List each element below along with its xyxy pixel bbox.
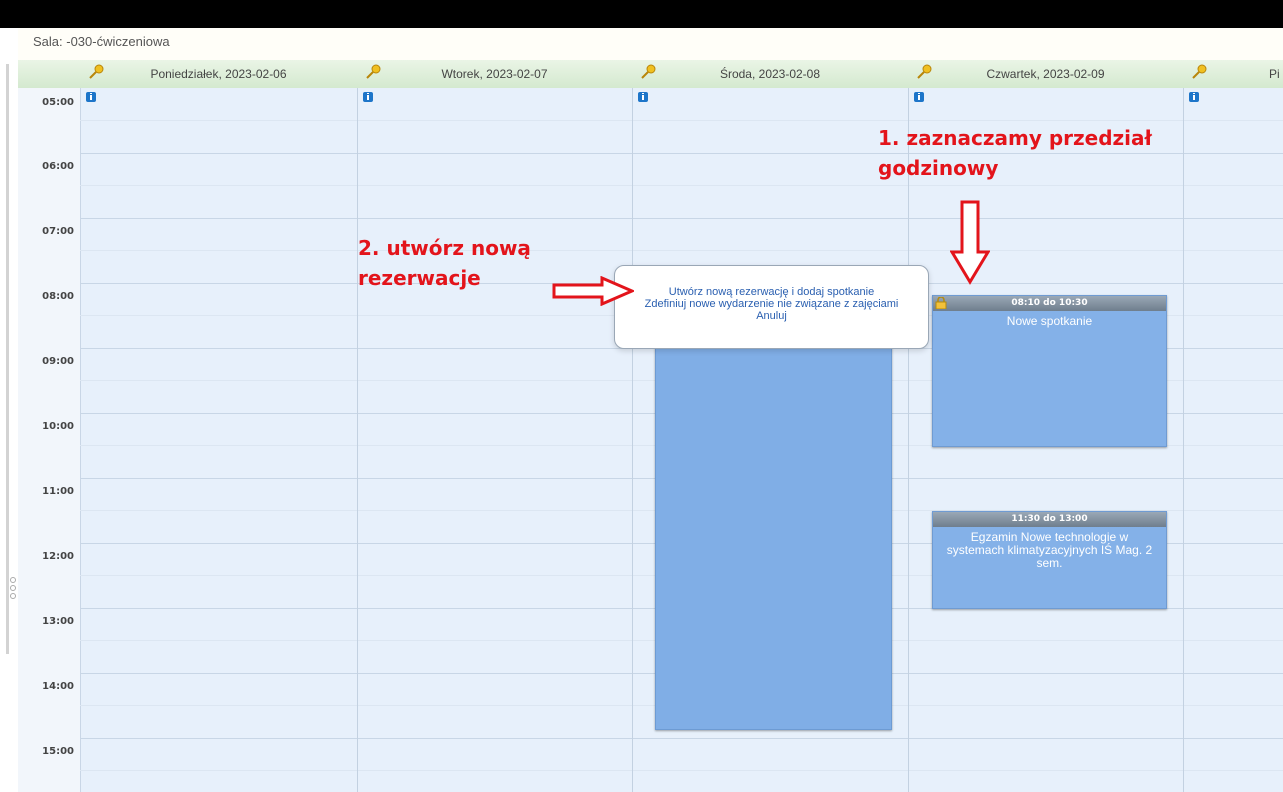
- day-header-monday[interactable]: Poniedziałek, 2023-02-06: [80, 60, 357, 88]
- room-bar: Sala: -030-ćwiczeniowa: [18, 28, 1283, 61]
- hour-line: [80, 218, 1283, 219]
- day-label: Pi: [1269, 67, 1280, 81]
- info-icon[interactable]: [86, 92, 96, 102]
- hour-label: 05:00: [42, 97, 74, 108]
- day-separator: [1183, 88, 1184, 792]
- left-rail: [0, 28, 10, 792]
- info-icon[interactable]: [1189, 92, 1199, 102]
- cancel-link[interactable]: Anuluj: [615, 310, 928, 322]
- day-label: Czwartek, 2023-02-09: [986, 67, 1105, 81]
- annotation-text: rezerwacje: [358, 266, 481, 290]
- key-icon[interactable]: [1191, 64, 1207, 80]
- day-header-tuesday[interactable]: Wtorek, 2023-02-07: [357, 60, 632, 88]
- day-label: Poniedziałek, 2023-02-06: [150, 67, 287, 81]
- info-icon[interactable]: [638, 92, 648, 102]
- event-title: Nowe spotkanie: [1006, 314, 1093, 328]
- hour-label: 15:00: [42, 746, 74, 757]
- day-header-wednesday[interactable]: Środa, 2023-02-08: [632, 60, 908, 88]
- half-hour-line: [80, 120, 1283, 121]
- annotation-text: 2. utwórz nową: [358, 236, 531, 260]
- room-label: Sala: -030-ćwiczeniowa: [33, 34, 170, 49]
- create-reservation-link[interactable]: Utwórz nową rezerwację i dodaj spotkanie: [615, 286, 928, 298]
- arrow-down-icon: [950, 200, 990, 285]
- hour-label: 10:00: [42, 421, 74, 432]
- hour-label: 13:00: [42, 616, 74, 627]
- hour-label: 11:00: [42, 486, 74, 497]
- info-icon[interactable]: [363, 92, 373, 102]
- annotation-step2: 2. utwórz nową rezerwacje: [358, 233, 531, 293]
- day-separator: [632, 88, 633, 792]
- day-header-thursday[interactable]: Czwartek, 2023-02-09: [908, 60, 1183, 88]
- hour-column: 05:00 06:00 07:00 08:00 09:00 10:00 11:0…: [18, 88, 81, 792]
- day-label: Wtorek, 2023-02-07: [441, 67, 548, 81]
- left-rail-line: [6, 64, 9, 654]
- top-bar: [0, 0, 1283, 28]
- day-separator: [908, 88, 909, 792]
- hour-label: 09:00: [42, 356, 74, 367]
- context-popup: Utwórz nową rezerwację i dodaj spotkanie…: [614, 265, 929, 349]
- selected-time-range[interactable]: [655, 345, 892, 730]
- hour-label: 06:00: [42, 161, 74, 172]
- day-separator: [357, 88, 358, 792]
- half-hour-line: [80, 250, 1283, 251]
- arrow-right-icon: [552, 276, 634, 306]
- event-block[interactable]: 08:10 do 10:30 Nowe spotkanie: [932, 295, 1167, 447]
- hour-label: 07:00: [42, 226, 74, 237]
- hour-label: 12:00: [42, 551, 74, 562]
- resize-handle[interactable]: [10, 575, 16, 599]
- day-label: Środa, 2023-02-08: [719, 67, 821, 81]
- lock-icon: [935, 297, 947, 309]
- annotation-step1: 1. zaznaczamy przedział godzinowy: [878, 123, 1152, 183]
- event-block[interactable]: 11:30 do 13:00 Egzamin Nowe technologie …: [932, 511, 1167, 609]
- event-time: 11:30 do 13:00: [1011, 514, 1088, 524]
- hour-label: 14:00: [42, 681, 74, 692]
- annotation-text: godzinowy: [878, 156, 999, 180]
- half-hour-line: [80, 770, 1283, 771]
- half-hour-line: [80, 185, 1283, 186]
- define-event-link[interactable]: Zdefiniuj nowe wydarzenie nie związane z…: [615, 298, 928, 310]
- day-header-row: Poniedziałek, 2023-02-06 Wtorek, 2023-02…: [18, 60, 1283, 89]
- hour-line: [80, 738, 1283, 739]
- event-time: 08:10 do 10:30: [1011, 298, 1088, 308]
- day-header-friday[interactable]: Pi: [1183, 60, 1283, 88]
- info-icon[interactable]: [914, 92, 924, 102]
- hour-label: 08:00: [42, 291, 74, 302]
- event-title: Egzamin Nowe technologie w systemach kli…: [946, 530, 1153, 570]
- annotation-text: 1. zaznaczamy przedział: [878, 126, 1152, 150]
